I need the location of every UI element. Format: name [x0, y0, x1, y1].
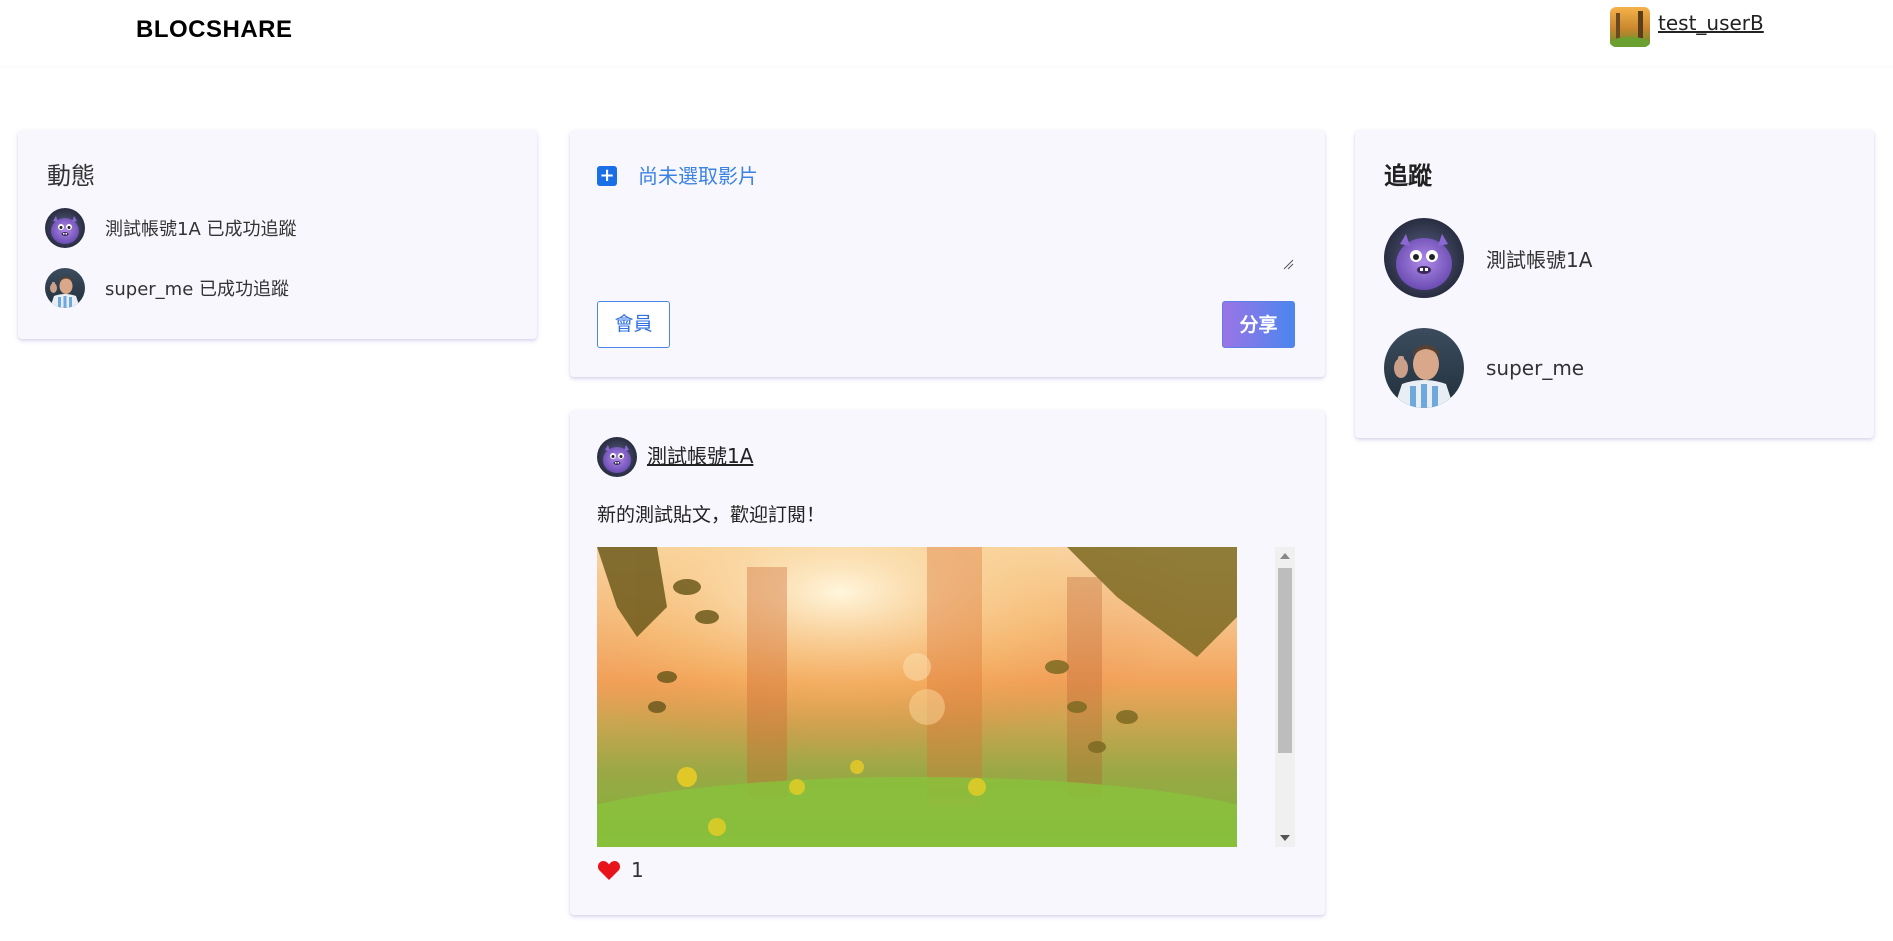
post-text: 新的測試貼文，歡迎訂閱！ [597, 504, 826, 526]
like-row: 1 [597, 858, 644, 882]
member-button[interactable]: 會員 [597, 301, 670, 348]
following-name: super_me [1486, 356, 1585, 380]
image-scrollbar[interactable] [1275, 547, 1295, 847]
scrollbar-thumb[interactable] [1278, 568, 1292, 753]
share-button[interactable]: 分享 [1222, 301, 1295, 348]
username: test_userB [1658, 11, 1764, 35]
activity-title: 動態 [47, 162, 95, 190]
following-card: 追蹤 測試帳號1A super_me [1355, 130, 1874, 438]
activity-item: 測試帳號1A 已成功追蹤 [45, 208, 297, 248]
resize-grip-icon[interactable] [1282, 258, 1294, 270]
top-navbar: BLOCSHARE test_userB [0, 0, 1893, 66]
compose-card: + 尚未選取影片 會員 分享 [570, 130, 1325, 377]
plus-icon[interactable]: + [597, 166, 617, 186]
post-header: 測試帳號1A [597, 437, 753, 477]
video-upload-label[interactable]: 尚未選取影片 [638, 160, 758, 189]
scroll-up-icon[interactable] [1280, 553, 1290, 559]
soccer-player-avatar [1384, 328, 1464, 408]
following-name: 測試帳號1A [1486, 247, 1593, 272]
like-count: 1 [631, 858, 644, 882]
soccer-player-avatar [45, 268, 85, 308]
purple-monster-avatar [597, 437, 637, 477]
activity-text: 測試帳號1A 已成功追蹤 [105, 219, 297, 240]
following-item[interactable]: 測試帳號1A [1384, 218, 1592, 298]
post-card: 測試帳號1A 新的測試貼文，歡迎訂閱！ 1 [570, 410, 1325, 915]
activity-item: super_me 已成功追蹤 [45, 268, 289, 308]
heart-icon[interactable] [597, 859, 621, 881]
activity-card: 動態 測試帳號1A 已成功追蹤 super_me 已成功追蹤 [18, 130, 537, 339]
scroll-down-icon[interactable] [1280, 835, 1290, 841]
activity-text: super_me 已成功追蹤 [105, 279, 290, 300]
post-author-link[interactable]: 測試帳號1A [647, 440, 753, 469]
purple-monster-avatar [1384, 218, 1464, 298]
following-title: 追蹤 [1384, 162, 1432, 190]
user-avatar [1610, 7, 1650, 49]
current-user-link[interactable]: test_userB [1610, 7, 1764, 49]
purple-monster-avatar [45, 208, 85, 248]
forest-sunlight-photo [597, 547, 1237, 847]
following-item[interactable]: super_me [1384, 328, 1584, 408]
brand-logo[interactable]: BLOCSHARE [136, 16, 293, 44]
